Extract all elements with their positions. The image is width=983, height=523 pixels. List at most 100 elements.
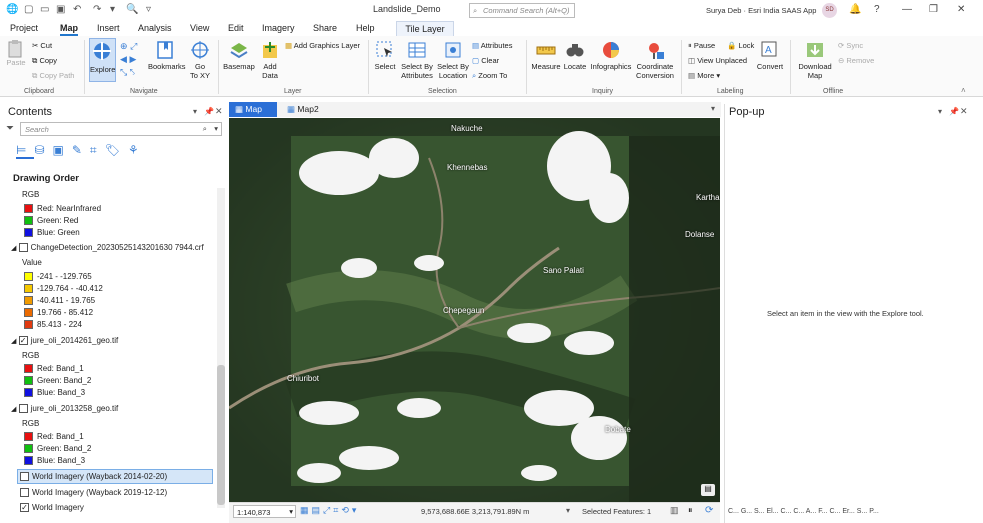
layer-name[interactable]: ChangeDetection_20230525143201630 7944.c… [31,243,204,252]
collapse-icon[interactable]: ◢ [11,406,16,413]
layer-name[interactable]: World Imagery [32,503,84,512]
restore-icon[interactable]: ❐ [929,4,938,15]
pane-tabs[interactable]: C... G... S... El... C... C... A... F...… [728,508,879,515]
layer-visibility-checkbox[interactable] [18,404,28,414]
layer-name[interactable]: World Imagery (Wayback 2019-12-12) [32,488,167,497]
explore-button[interactable]: Explore [89,38,116,82]
lock-labels-button[interactable]: 🔒 Lock [727,41,754,50]
add-data-button[interactable]: Add Data [259,40,281,80]
close-pane-icon[interactable]: ✕ [215,106,223,117]
table-icon[interactable]: ▥ [670,505,679,516]
basemap-row-selected[interactable]: World Imagery (Wayback 2014-02-20) [17,469,213,484]
snapping-icon[interactable]: ⌗ [90,143,105,157]
select-by-attributes-button[interactable]: Select By Attributes [400,40,434,80]
undo-icon[interactable]: ↶ [73,4,81,15]
layer-visibility-checkbox[interactable] [20,472,29,482]
selected-features[interactable]: Selected Features: 1 [582,507,651,516]
pin-icon[interactable]: 📌 [204,107,214,116]
menu-view[interactable]: View [190,23,209,33]
notification-icon[interactable]: 🔔 [849,4,861,15]
search-icon[interactable]: ⌕ [203,124,207,134]
pin-icon[interactable]: 📌 [949,107,959,116]
customize-icon[interactable]: ▿ [146,4,151,15]
menu-help[interactable]: Help [356,23,375,33]
layer-row[interactable]: ◢ ChangeDetection_20230525143201630 7944… [11,243,204,253]
layer-name[interactable]: jure_oli_2013258_geo.tif [31,404,119,413]
layer-visibility-checkbox[interactable]: ✓ [18,336,28,346]
filter-icon[interactable]: ⏷ [6,123,14,134]
pause-drawing-icon[interactable]: ⏸ [688,505,693,516]
attribution-icon[interactable]: ▤ [701,484,715,496]
collapse-ribbon-icon[interactable]: ˄ [961,86,966,95]
select-button[interactable]: Select [372,40,398,71]
layer-visibility-checkbox[interactable]: ✓ [20,503,29,513]
measure-button[interactable]: Measure [531,40,561,71]
user-name[interactable]: Surya Deb · Esri India SAAS App [706,6,816,15]
grid-icon[interactable]: ▦ [300,505,312,515]
command-search[interactable]: ⌕ Command Search (Alt+Q) [469,3,575,18]
menu-imagery[interactable]: Imagery [262,23,295,33]
rotate-icon[interactable]: ⟲ [341,505,352,515]
full-extent-icon[interactable]: ⤢ [323,505,333,515]
download-map-button[interactable]: Download Map [795,40,835,80]
redo-icon[interactable]: ↷ [93,4,101,15]
paste-button[interactable]: Paste [6,40,26,67]
cut-button[interactable]: ✂ Cut [32,41,52,50]
more-button[interactable]: ▤ More ▾ [688,71,720,80]
collapse-icon[interactable]: ◢ [11,338,16,345]
chevron-down-icon[interactable]: ▾ [352,505,360,515]
menu-insert[interactable]: Insert [97,23,120,33]
chevron-down-icon[interactable]: ▾ [214,124,218,133]
pause-labels-button[interactable]: ⏸ Pause [688,41,715,51]
pane-options-icon[interactable]: ▾ [938,107,942,116]
sync-button[interactable]: ⟳ Sync [838,41,863,50]
pane-options-icon[interactable]: ▾ [193,107,197,116]
convert-button[interactable]: A Convert [755,40,785,71]
layer-visibility-checkbox[interactable] [18,243,28,253]
menu-project[interactable]: Project [10,23,38,33]
table-icon[interactable]: ▤ [312,505,324,515]
tab-list-icon[interactable]: ▾ [711,104,715,113]
copy-button[interactable]: ⧉ Copy [32,56,57,66]
select-by-location-button[interactable]: Select By Location [437,40,469,80]
layer-visibility-checkbox[interactable] [20,488,29,498]
tab-map2[interactable]: ▦ Map2 [281,102,339,117]
dropdown-icon[interactable]: ▾ [110,4,115,15]
save-icon[interactable]: ▣ [56,4,65,15]
scale-selector[interactable]: 1:140,873 ▾ [233,505,296,518]
new-icon[interactable]: ▢ [24,4,33,15]
coordinate-options-icon[interactable]: ▾ [566,506,570,515]
selection-icon[interactable]: ▣ [53,143,72,157]
copy-path-button[interactable]: ⧉ Copy Path [32,71,74,81]
editing-icon[interactable]: ✎ [72,143,90,157]
layer-name[interactable]: World Imagery (Wayback 2014-02-20) [32,472,167,481]
drawing-order-icon[interactable]: ⊨ [16,143,35,159]
next-extent-icon[interactable]: ▶ [129,54,136,64]
close-icon[interactable]: ✕ [957,4,965,15]
data-source-icon[interactable]: ⛁ [34,143,52,157]
contents-search-input[interactable]: Search ⌕ ▾ [20,122,222,136]
minimize-icon[interactable]: — [902,4,912,15]
help-icon[interactable]: ? [874,4,880,15]
basemap-row[interactable]: World Imagery (Wayback 2019-12-12) [20,488,167,498]
menu-map[interactable]: Map [60,23,78,36]
avatar[interactable]: SD [822,3,837,18]
charts-icon[interactable]: ⚘ [128,143,147,157]
clear-button[interactable]: ▢ Clear [472,56,499,65]
zoom-icon[interactable]: 🔍 [126,4,138,15]
basemap-row[interactable]: ✓ World Imagery [20,503,84,513]
menu-share[interactable]: Share [313,23,337,33]
attributes-button[interactable]: ▤ Attributes [472,41,512,50]
go-to-xy-button[interactable]: Go To XY [189,40,211,80]
labeling-icon[interactable]: 🏷 [105,143,128,157]
fixed-zoom-out-icon[interactable]: ⤣ [130,67,135,77]
layer-name[interactable]: jure_oli_2014261_geo.tif [31,336,119,345]
menu-edit[interactable]: Edit [228,23,244,33]
full-extent-icon[interactable]: ⊕ [120,41,128,51]
refresh-icon[interactable]: ⟳ [705,505,713,516]
view-unplaced-button[interactable]: ◫ View Unplaced [688,56,747,65]
map-view[interactable]: Nakuche Khennebas Sano Palati Chepegaun … [229,118,720,502]
layer-row[interactable]: ◢ jure_oli_2013258_geo.tif [11,404,119,414]
previous-extent-icon[interactable]: ◀ [120,54,127,64]
tab-map[interactable]: ▦ Map ✕ [229,102,277,125]
